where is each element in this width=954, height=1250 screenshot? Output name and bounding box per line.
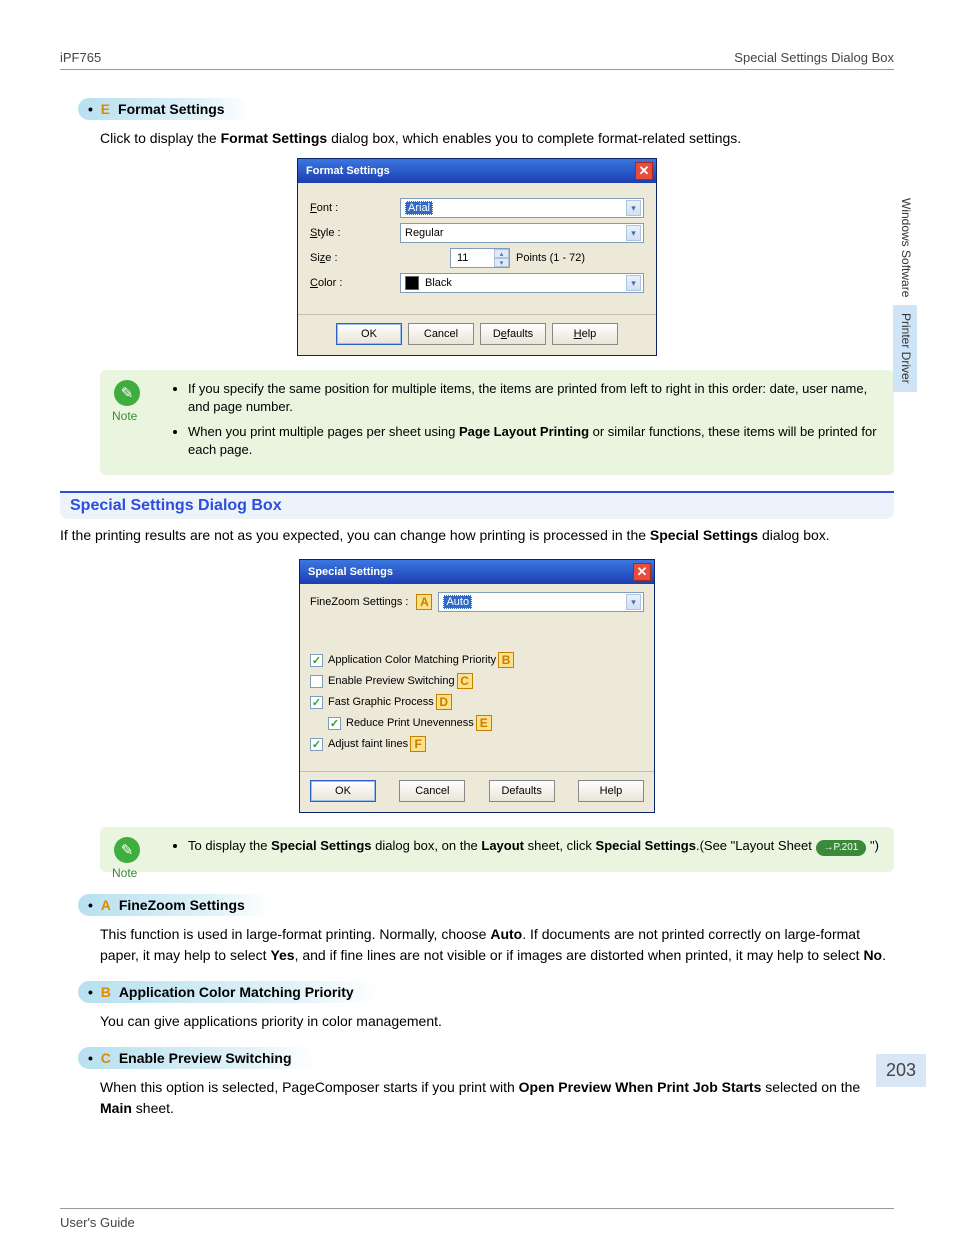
defaults-button[interactable]: Defaults: [480, 323, 546, 345]
cancel-button[interactable]: Cancel: [399, 780, 465, 802]
dialog-titlebar[interactable]: Special Settings ✕: [300, 560, 654, 584]
section-c-desc: When this option is selected, PageCompos…: [100, 1077, 894, 1118]
close-icon[interactable]: ✕: [635, 162, 653, 180]
note-icon: ✎: [114, 380, 140, 406]
section-e-title: Format Settings: [118, 101, 225, 117]
letter-b: B: [101, 984, 111, 1000]
font-label: Font :: [310, 202, 400, 214]
note-label: Note: [112, 408, 137, 425]
section-b-desc: You can give applications priority in co…: [100, 1011, 894, 1031]
callout-e: E: [476, 715, 492, 731]
chevron-down-icon[interactable]: ▾: [626, 200, 641, 216]
special-settings-dialog: Special Settings ✕ FineZoom Settings : A…: [299, 559, 655, 813]
note-icon: ✎: [114, 837, 140, 863]
note-box: ✎ Note To display the Special Settings d…: [100, 827, 894, 872]
bullet: •: [88, 101, 93, 117]
dialog-title: Format Settings: [306, 165, 390, 177]
callout-a: A: [416, 594, 432, 610]
callout-f: F: [410, 736, 426, 752]
page-number: 203: [876, 1054, 926, 1087]
checkbox-icon[interactable]: ✓: [310, 654, 323, 667]
size-stepper[interactable]: 11 ▴ ▾: [450, 248, 510, 268]
note-label: Note: [112, 865, 137, 882]
section-a-heading: • A FineZoom Settings: [78, 894, 269, 916]
section-a-title: FineZoom Settings: [119, 897, 245, 913]
close-icon[interactable]: ✕: [633, 563, 651, 581]
help-button[interactable]: Help: [578, 780, 644, 802]
style-label: Style :: [310, 227, 400, 239]
callout-c: C: [457, 673, 473, 689]
chk-fast-graphic[interactable]: ✓ Fast Graphic Process D: [310, 694, 644, 710]
ok-button[interactable]: OK: [310, 780, 376, 802]
color-dropdown[interactable]: Black ▾: [400, 273, 644, 293]
section-c-title: Enable Preview Switching: [119, 1050, 292, 1066]
section-b-heading: • B Application Color Matching Priority: [78, 981, 378, 1003]
note-box: ✎ Note If you specify the same position …: [100, 370, 894, 475]
callout-d: D: [436, 694, 452, 710]
side-tabs: Windows Software Printer Driver: [886, 190, 924, 392]
callout-b: B: [498, 652, 514, 668]
dialog-titlebar[interactable]: Format Settings ✕: [298, 159, 656, 183]
checkbox-icon[interactable]: ✓: [328, 717, 341, 730]
ok-button[interactable]: OK: [336, 323, 402, 345]
side-tab-printer-driver[interactable]: Printer Driver: [893, 305, 917, 392]
section-desc: If the printing results are not as you e…: [60, 525, 894, 545]
section-e-heading: • E Format Settings: [78, 98, 249, 120]
letter-c: C: [101, 1050, 111, 1066]
chevron-down-icon[interactable]: ▾: [626, 275, 641, 291]
section-b-title: Application Color Matching Priority: [119, 984, 354, 1000]
note-item: When you print multiple pages per sheet …: [188, 423, 880, 459]
chk-enable-preview[interactable]: Enable Preview Switching C: [310, 673, 644, 689]
spin-up-icon[interactable]: ▴: [494, 249, 509, 258]
header-right: Special Settings Dialog Box: [734, 50, 894, 65]
style-dropdown[interactable]: Regular ▾: [400, 223, 644, 243]
chk-app-color-matching[interactable]: ✓ Application Color Matching Priority B: [310, 652, 644, 668]
header-left: iPF765: [60, 50, 101, 65]
cancel-button[interactable]: Cancel: [408, 323, 474, 345]
checkbox-icon[interactable]: ✓: [310, 738, 323, 751]
help-button[interactable]: Help: [552, 323, 618, 345]
size-units: Points (1 - 72): [516, 252, 585, 264]
chk-adjust-faint-lines[interactable]: ✓ Adjust faint lines F: [310, 736, 644, 752]
section-title: Special Settings Dialog Box: [70, 497, 282, 514]
chevron-down-icon[interactable]: ▾: [626, 225, 641, 241]
section-header: Special Settings Dialog Box: [60, 491, 894, 519]
note-item: To display the Special Settings dialog b…: [188, 837, 880, 856]
checkbox-icon[interactable]: ✓: [310, 696, 323, 709]
format-settings-dialog: Format Settings ✕ Font : Arial ▾ Style :…: [297, 158, 657, 356]
page-ref-link[interactable]: →P.201: [816, 840, 867, 856]
defaults-button[interactable]: Defaults: [489, 780, 555, 802]
font-dropdown[interactable]: Arial ▾: [400, 198, 644, 218]
spin-down-icon[interactable]: ▾: [494, 258, 509, 267]
section-e-desc: Click to display the Format Settings dia…: [100, 128, 894, 148]
finezoom-label: FineZoom Settings :: [310, 596, 408, 608]
note-item: If you specify the same position for mul…: [188, 380, 880, 416]
letter-e: E: [101, 101, 110, 117]
section-c-heading: • C Enable Preview Switching: [78, 1047, 316, 1069]
color-label: Color :: [310, 277, 400, 289]
color-swatch: [405, 276, 419, 290]
footer-left: User's Guide: [60, 1215, 135, 1230]
section-a-desc: This function is used in large-format pr…: [100, 924, 894, 965]
chevron-down-icon[interactable]: ▾: [626, 594, 641, 610]
letter-a: A: [101, 897, 111, 913]
checkbox-icon[interactable]: [310, 675, 323, 688]
side-tab-windows-software[interactable]: Windows Software: [893, 190, 917, 305]
dialog-title: Special Settings: [308, 566, 393, 578]
size-label: Size :: [310, 252, 400, 264]
finezoom-dropdown[interactable]: Auto ▾: [438, 592, 644, 612]
chk-reduce-unevenness[interactable]: ✓ Reduce Print Unevenness E: [328, 715, 644, 731]
